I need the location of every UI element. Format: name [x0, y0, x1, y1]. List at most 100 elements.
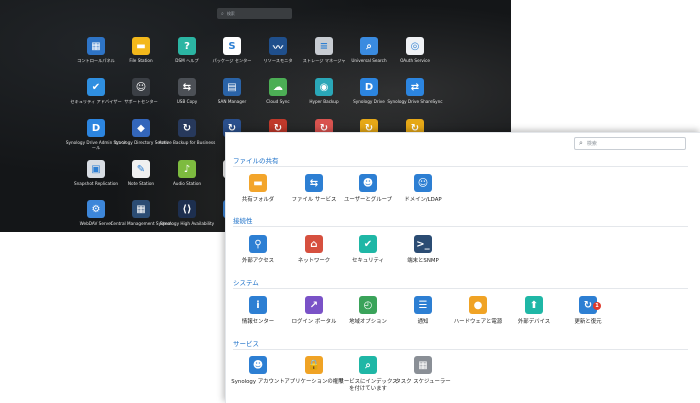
- sharesync-icon: ⇄: [406, 78, 424, 96]
- oauth-icon: ◎: [406, 37, 424, 55]
- info-center-icon: i: [248, 295, 268, 315]
- panel-item[interactable]: ◴ 地域オプション: [337, 295, 399, 326]
- update-badge: 1: [593, 302, 601, 310]
- panel-item-label: 地域オプション: [349, 319, 387, 325]
- drive-icon: D: [360, 78, 378, 96]
- ha-icon: ⟨⟩: [178, 200, 196, 218]
- usb-icon: ⇆: [178, 78, 196, 96]
- update-restore-icon-glyph: ↻ 1: [579, 296, 601, 314]
- external-access-icon-glyph: ⚲: [249, 235, 267, 253]
- panel-item[interactable]: ↗ ログイン ポータル: [283, 295, 345, 326]
- desktop-search-placeholder: 検索: [226, 10, 235, 16]
- panel-item-label: セキュリティ: [351, 258, 385, 264]
- login-portal-icon-glyph: ↗: [305, 296, 323, 314]
- security-shield-icon: ✔: [358, 234, 378, 254]
- panel-item[interactable]: ▬ 共有フォルダ: [227, 173, 289, 204]
- user-group-icon-glyph: ☻: [359, 174, 377, 192]
- task-scheduler-icon-glyph: ▦: [414, 356, 432, 374]
- backup-icon: ◉: [315, 78, 333, 96]
- panel-item-label: 外部アクセス: [241, 258, 275, 264]
- hardware-power-icon-glyph: ●: [469, 296, 487, 314]
- app-privileges-icon-glyph: 🔒: [305, 356, 323, 374]
- panel-item[interactable]: ⇆ ファイル サービス: [283, 173, 345, 204]
- note-icon: ✎: [132, 160, 150, 178]
- panel-item-label: ユーザーとグループ: [343, 197, 393, 203]
- panel-item[interactable]: ✔ セキュリティ: [337, 234, 399, 265]
- panel-item-label: ネットワーク: [297, 258, 331, 264]
- san-icon: ▤: [223, 78, 241, 96]
- snapshot-icon: ▣: [87, 160, 105, 178]
- shared-folder-icon: ▬: [248, 173, 268, 193]
- indexing-service-icon-glyph: ⌕: [359, 356, 377, 374]
- package-icon: S: [223, 37, 241, 55]
- storage-icon: ≡: [315, 37, 333, 55]
- panel-item-label: ハードウェアと電源: [453, 319, 503, 325]
- panel-item[interactable]: ☻ Synology アカウント: [227, 355, 289, 386]
- search-icon: ⌕: [579, 139, 583, 147]
- active-backup-icon: ↻: [178, 119, 196, 137]
- directory-icon: ◆: [132, 119, 150, 137]
- panel-item[interactable]: ⌂ ネットワーク: [283, 234, 345, 265]
- external-access-icon: ⚲: [248, 234, 268, 254]
- user-group-icon: ☻: [358, 173, 378, 193]
- panel-item[interactable]: ▦ タスク スケジューラー: [392, 355, 454, 386]
- audio-icon: ♪: [178, 160, 196, 178]
- panel-item-label: 端末とSNMP: [407, 258, 439, 264]
- panel-item-label: Synology アカウント: [231, 379, 285, 385]
- indexing-service-icon: ⌕: [358, 355, 378, 375]
- cms-icon: ▦: [132, 200, 150, 218]
- desktop-app-label: Synology Drive ShareSync: [387, 99, 443, 104]
- panel-item-label: ログイン ポータル: [291, 319, 337, 325]
- external-devices-icon: ⬆: [524, 295, 544, 315]
- desktop-app-tile[interactable]: ◎ OAuth Service: [384, 37, 446, 63]
- panel-item[interactable]: ⚲ 外部アクセス: [227, 234, 289, 265]
- folder-icon: ▬: [132, 37, 150, 55]
- panel-item-label: サービスにインデックスを付けています: [338, 379, 398, 392]
- external-devices-icon-glyph: ⬆: [525, 296, 543, 314]
- panel-item[interactable]: 🔒 アプリケーションの権限: [283, 355, 345, 386]
- panel-item[interactable]: ⬆ 外部デバイス: [503, 295, 565, 326]
- panel-item[interactable]: ☰ 通知: [392, 295, 454, 326]
- section-title: システム: [233, 279, 259, 287]
- hardware-power-icon: ●: [468, 295, 488, 315]
- network-icon: ⌂: [304, 234, 324, 254]
- search-icon: ⌕: [360, 37, 378, 55]
- support-icon: ☺: [132, 78, 150, 96]
- control-panel-window: ⌕ 検索 ファイルの共有 ▬ 共有フォルダ ⇆ ファイル サービス ☻ ユーザーとグループ ☺…: [225, 132, 700, 403]
- section-title: 接続性: [233, 217, 253, 225]
- notification-icon-glyph: ☰: [414, 296, 432, 314]
- desktop-search-box[interactable]: ⌕ 検索: [217, 8, 292, 19]
- desktop-app-label: OAuth Service: [400, 58, 430, 63]
- panel-item[interactable]: i 情報センター: [227, 295, 289, 326]
- panel-item-label: アプリケーションの権限: [284, 379, 344, 385]
- panel-item[interactable]: ☻ ユーザーとグループ: [337, 173, 399, 204]
- section-divider: [233, 349, 688, 350]
- panel-item-label: 更新と復元: [574, 319, 602, 325]
- panel-item-label: 外部デバイス: [517, 319, 551, 325]
- control-panel-icon: ▦: [87, 37, 105, 55]
- section-title: ファイルの共有: [233, 157, 279, 165]
- panel-item[interactable]: ⌕ サービスにインデックスを付けています: [337, 355, 399, 393]
- panel-search-placeholder: 検索: [586, 141, 597, 147]
- file-services-icon-glyph: ⇆: [305, 174, 323, 192]
- desktop-app-tile[interactable]: ⇄ Synology Drive ShareSync: [384, 78, 446, 104]
- section-title: サービス: [233, 340, 259, 348]
- panel-search-input[interactable]: ⌕ 検索: [574, 137, 686, 150]
- section-divider: [233, 226, 688, 227]
- panel-item[interactable]: ● ハードウェアと電源: [447, 295, 509, 326]
- login-portal-icon: ↗: [304, 295, 324, 315]
- panel-item[interactable]: ☺ ドメイン/LDAP: [392, 173, 454, 204]
- panel-item[interactable]: >_ 端末とSNMP: [392, 234, 454, 265]
- notification-icon: ☰: [413, 295, 433, 315]
- network-icon-glyph: ⌂: [305, 235, 323, 253]
- panel-item-label: 通知: [417, 319, 429, 325]
- app-privileges-icon: 🔒: [304, 355, 324, 375]
- cloud-icon: ☁: [269, 78, 287, 96]
- section-divider: [233, 288, 688, 289]
- section-divider: [233, 166, 688, 167]
- security-icon: ✔: [87, 78, 105, 96]
- panel-item[interactable]: ↻ 1 更新と復元: [557, 295, 619, 326]
- security-shield-icon-glyph: ✔: [359, 235, 377, 253]
- info-center-icon-glyph: i: [249, 296, 267, 314]
- domain-ldap-icon-glyph: ☺: [414, 174, 432, 192]
